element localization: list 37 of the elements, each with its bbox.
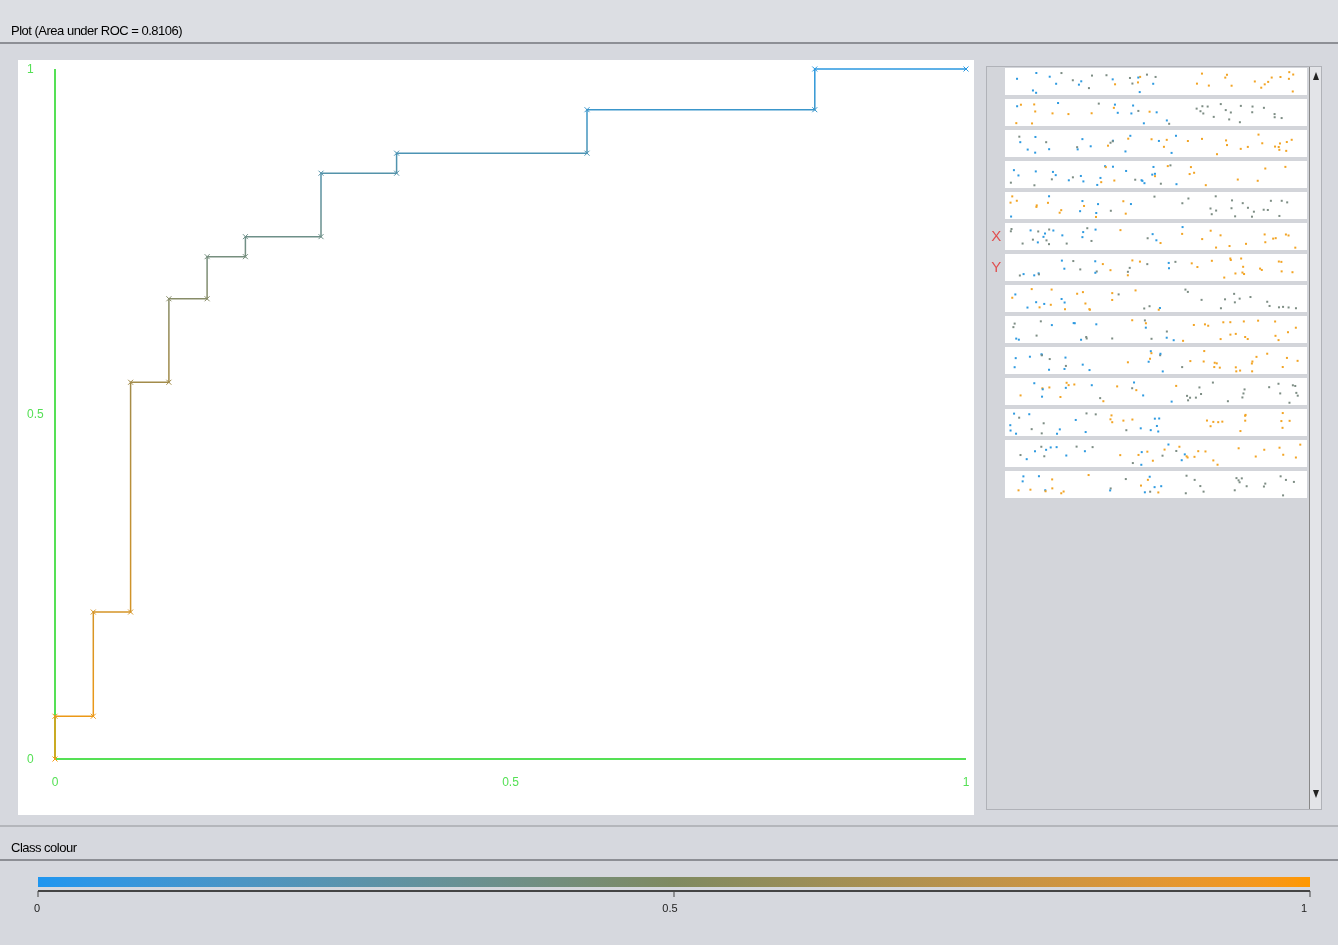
tick-label: 0.5 (27, 407, 44, 421)
tick-label: 1 (1300, 902, 1308, 914)
data-point (204, 295, 211, 302)
data-point (165, 295, 172, 302)
tick-label: 0 (27, 752, 34, 766)
data-point (52, 713, 58, 720)
axis-marker: X (991, 226, 1002, 247)
data-point (393, 170, 400, 177)
data-point (318, 233, 324, 240)
tick-label: 0.5 (662, 902, 678, 914)
tick-label: 1 (962, 775, 970, 789)
data-point (584, 150, 590, 157)
data-point (318, 170, 324, 177)
data-point (165, 379, 172, 386)
panel-title: Plot (Area under ROC = 0.8106) (11, 21, 183, 40)
data-point (90, 609, 97, 616)
data-point (204, 253, 211, 260)
tick-label: 0.5 (502, 775, 519, 789)
tick-label: 0 (51, 775, 59, 789)
data-point (242, 233, 249, 240)
data-point (811, 66, 818, 72)
data-point (127, 379, 134, 386)
scroll-down-icon[interactable] (1311, 789, 1320, 799)
section-title: Class colour (11, 838, 77, 857)
axis-marker: Y (991, 257, 1002, 278)
data-point (584, 106, 590, 113)
data-point (52, 756, 58, 762)
data-point (393, 150, 400, 157)
data-point (963, 66, 969, 72)
tick-label: 0 (34, 902, 41, 914)
tick-label: 1 (27, 62, 34, 76)
data-point (242, 253, 249, 260)
data-point (127, 609, 134, 616)
data-point (811, 106, 818, 113)
scroll-up-icon[interactable] (1311, 71, 1320, 81)
data-point (90, 713, 97, 720)
scrollbar[interactable] (1309, 67, 1321, 809)
